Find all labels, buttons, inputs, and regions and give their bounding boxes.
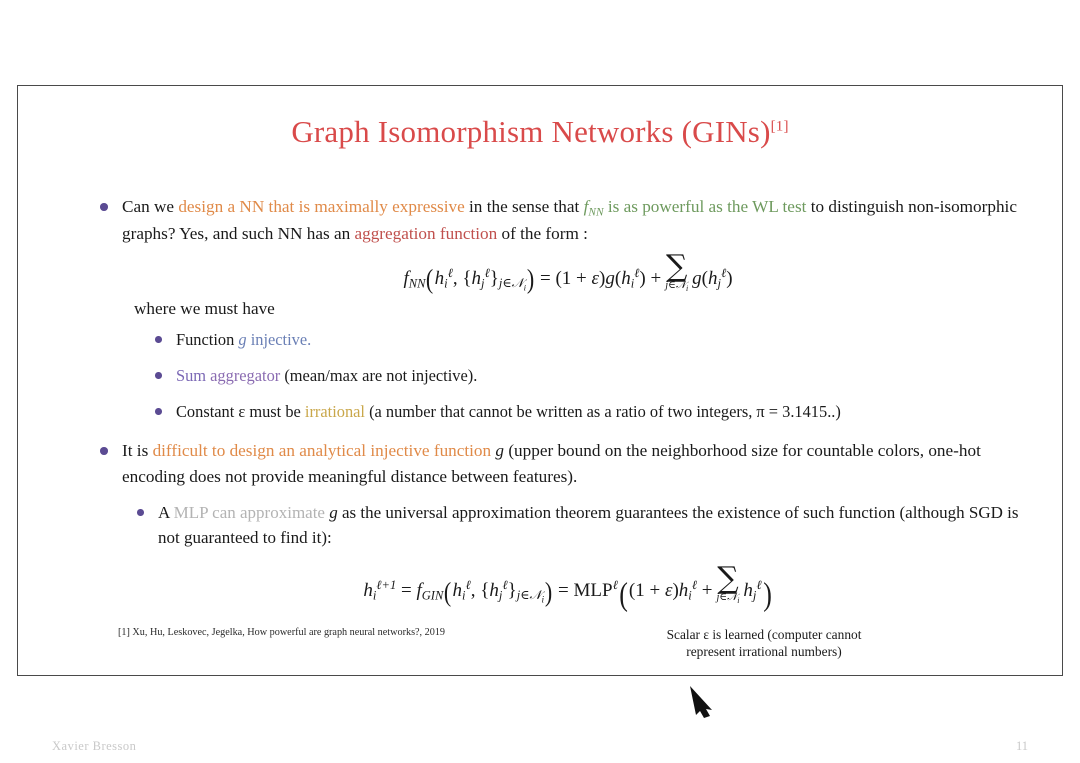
slide-content: Can we design a NN that is maximally exp…: [18, 194, 1062, 614]
math-f-nn: fNN: [583, 197, 604, 219]
where-clause: where we must have: [134, 299, 275, 319]
bullet1-red-highlight: aggregation function: [354, 224, 498, 244]
bullet1-green-b: WL test: [752, 197, 807, 216]
annotation-arrow-icon: [690, 686, 712, 718]
page-title-superscript: [1]: [770, 118, 789, 135]
bullet1-orange-highlight: design a NN that is maximally expressive: [178, 197, 465, 216]
footer-page-number: 11: [1015, 739, 1028, 753]
sub-bullet-list: Function g injective. Sum aggregator (me…: [152, 328, 1040, 424]
annotation-line-2: represent irrational numbers): [686, 644, 842, 660]
math-g-3: g: [329, 503, 338, 523]
bullet2-orange-highlight: difficult to design an analytical inject…: [152, 441, 492, 461]
equation-gin: hiℓ+1 = fGIN(hiℓ, {hjℓ}j∈𝒩i) = MLPℓ((1 +…: [363, 560, 772, 613]
footnote-reference: [1] Xu, Hu, Leskovec, Jegelka, How power…: [118, 627, 446, 638]
page-title-text: Graph Isomorphism Networks (GINs): [291, 114, 771, 149]
sub2-sum: Sum: [176, 366, 207, 386]
sub-bullet-mlp-approximate: A MLP can approximate g as the universal…: [134, 501, 1040, 551]
bullet1-part1: Can we: [122, 197, 179, 216]
bullet-item-difficult-design: It is difficult to design an analytical …: [96, 438, 1040, 489]
annotation-line-1: Scalar ε is learned (computer cannot: [666, 627, 862, 642]
page-title: Graph Isomorphism Networks (GINs)[1]: [18, 114, 1062, 150]
bullet1-part4: of the form :: [497, 224, 588, 244]
bullet3-gray-highlight: MLP can approximate: [173, 503, 325, 523]
math-g-1: g: [238, 330, 247, 350]
sub1-pre: Function: [176, 330, 239, 350]
math-g-2: g: [495, 441, 505, 461]
sub1-colored: injective.: [246, 330, 312, 350]
sub2-aggregator: aggregator: [206, 366, 281, 386]
sub-bullet-epsilon-irrational: Constant ε must be irrational (a number …: [152, 400, 1040, 424]
bullet-item-expressive: Can we design a NN that is maximally exp…: [96, 194, 1040, 247]
sub3-post: (a number that cannot be written as a ra…: [364, 402, 841, 422]
slide-frame: Graph Isomorphism Networks (GINs)[1] Can…: [17, 85, 1063, 753]
sub-bullet-function-injective: Function g injective.: [152, 328, 1040, 352]
bullet3-part1: A: [158, 503, 174, 523]
sub-bullet-sum-aggregator: Sum aggregator (mean/max are not injecti…: [152, 364, 1040, 388]
footer-author: Xavier Bresson: [52, 739, 137, 753]
sub3-gold: irrational: [304, 402, 365, 422]
sub2-post: (mean/max are not injective).: [280, 366, 478, 386]
equation-fnn: fNN(hiℓ, {hjℓ}j∈𝒩i) = (1 + ε)g(hiℓ) + ∑ j∈…: [403, 248, 733, 295]
annotation-scalar-epsilon: Scalar ε is learned (computer cannot rep…: [614, 626, 914, 660]
bullet2-part1: It is: [122, 441, 153, 461]
sub3-pre: Constant ε must be: [176, 402, 305, 422]
bullet1-green-a: is as powerful as the: [603, 197, 749, 216]
bullet1-part2: in the sense that: [464, 197, 584, 216]
